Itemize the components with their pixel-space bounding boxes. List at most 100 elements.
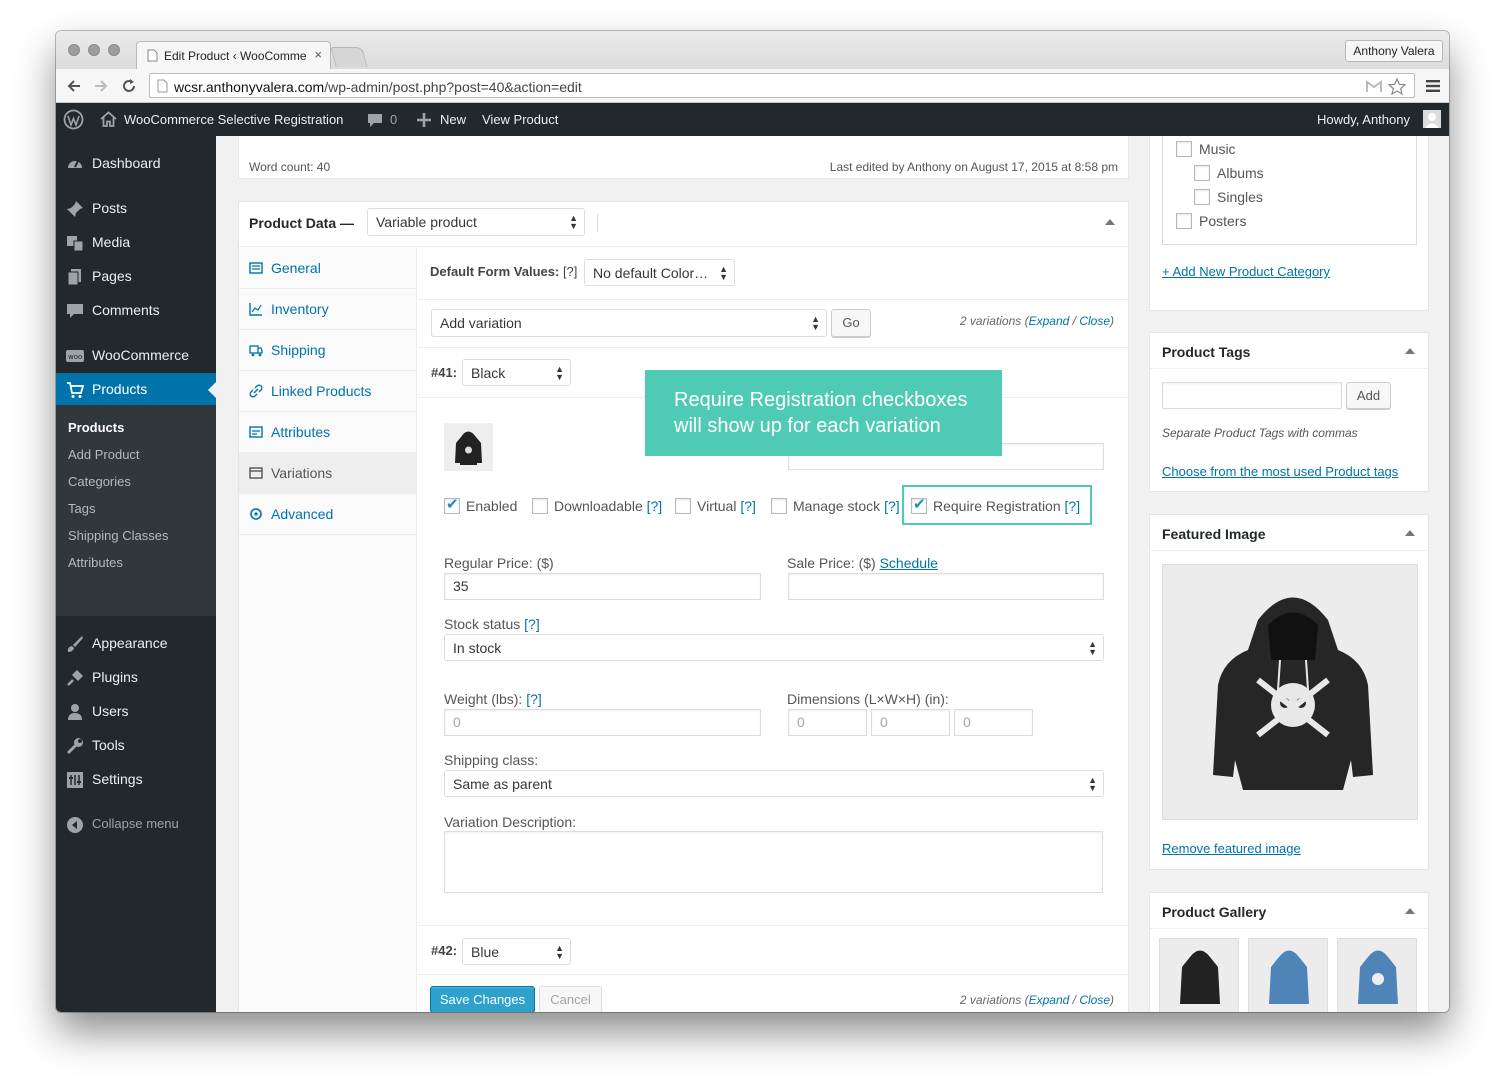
sidebar-item-posts[interactable]: Posts [56,192,216,226]
tab-inventory[interactable]: Inventory [239,289,417,330]
collapse-toggle-icon[interactable] [1105,219,1115,225]
variation-description-textarea[interactable] [444,831,1103,893]
sidebar-item-appearance[interactable]: Appearance [56,627,216,661]
menu-icon[interactable] [1425,79,1441,93]
enabled-checkbox[interactable]: ✔ [444,496,460,514]
wordpress-logo-icon[interactable] [63,109,84,130]
tab-attributes[interactable]: Attributes [239,412,417,453]
cancel-button[interactable]: Cancel [539,986,602,1012]
back-arrow-icon[interactable] [66,78,82,94]
sale-price-input[interactable] [788,573,1104,600]
downloadable-checkbox[interactable] [532,498,548,514]
sidebar-item-media[interactable]: Media [56,226,216,260]
category-checkbox-posters[interactable] [1176,213,1192,229]
featured-image[interactable] [1162,564,1418,820]
avatar[interactable] [1423,110,1441,128]
category-label: Music [1199,141,1236,157]
forward-arrow-icon[interactable] [93,78,109,94]
comment-bubble-icon[interactable] [367,113,383,128]
collapse-toggle-icon[interactable] [1405,530,1415,536]
comments-count[interactable]: 0 [390,112,397,127]
submenu-products[interactable]: Products [68,420,124,435]
close-window-icon[interactable] [68,44,80,56]
tab-advanced[interactable]: Advanced [239,494,417,535]
weight-input[interactable]: 0 [444,709,761,736]
close-link[interactable]: Close [1079,993,1110,1007]
tab-general[interactable]: General [239,248,417,289]
sidebar-item-tools[interactable]: Tools [56,729,216,763]
category-checkbox-music[interactable] [1176,141,1192,157]
remove-featured-image-link[interactable]: Remove featured image [1162,841,1301,856]
submenu-categories[interactable]: Categories [68,474,131,489]
variations-pane: Default Form Values: [?] No default Colo… [418,248,1128,1012]
category-checkbox-singles[interactable] [1194,189,1210,205]
manage-stock-checkbox[interactable] [771,498,787,514]
submenu-attributes[interactable]: Attributes [68,555,123,570]
default-color-select[interactable]: No default Color… ▲ ▼ [584,259,735,286]
collapse-toggle-icon[interactable] [1405,908,1415,914]
regular-price-label: Regular Price: ($) [444,555,554,571]
new-tab-button[interactable] [330,47,368,67]
site-name-link[interactable]: WooCommerce Selective Registration [124,112,343,127]
require-registration-checkbox[interactable]: ✔ [911,496,927,514]
save-changes-button[interactable]: Save Changes [430,986,535,1012]
add-tag-button[interactable]: Add [1346,382,1391,409]
tab-linked-products[interactable]: Linked Products [239,371,417,412]
gallery-image[interactable] [1159,938,1239,1012]
tags-header[interactable]: Product Tags [1150,333,1428,369]
gallery-image[interactable] [1248,938,1328,1012]
url-input[interactable]: wcsr.anthonyvalera.com/wp-admin/post.php… [149,73,1415,98]
sidebar-item-dashboard[interactable]: Dashboard [56,147,216,181]
submenu-add-product[interactable]: Add Product [68,447,140,462]
variation-color-select[interactable]: Blue ▲ ▼ [462,938,571,965]
zoom-window-icon[interactable] [108,44,120,56]
sidebar-item-woocommerce[interactable]: woo WooCommerce [56,339,216,373]
collapse-toggle-icon[interactable] [1405,348,1415,354]
virtual-checkbox[interactable] [675,498,691,514]
profile-button[interactable]: Anthony Valera [1345,40,1443,62]
minimize-window-icon[interactable] [88,44,100,56]
submenu-tags[interactable]: Tags [68,501,95,516]
gallery-image[interactable] [1337,938,1417,1012]
height-input[interactable]: 0 [954,709,1033,736]
length-input[interactable]: 0 [788,709,867,736]
shipping-class-select[interactable]: Same as parent ▲ ▼ [444,770,1104,797]
sidebar-item-users[interactable]: Users [56,695,216,729]
extension-icon[interactable] [1366,79,1382,93]
add-new-category-link[interactable]: + Add New Product Category [1162,264,1330,279]
variation-42-header[interactable]: #42: Blue ▲ ▼ [418,925,1128,975]
add-variation-select[interactable]: Add variation ▲ ▼ [431,309,827,337]
submenu-shipping-classes[interactable]: Shipping Classes [68,528,168,543]
go-button[interactable]: Go [831,309,871,337]
sidebar-item-settings[interactable]: Settings [56,763,216,797]
view-product-link[interactable]: View Product [482,112,558,127]
new-content-link[interactable]: New [440,112,466,127]
tab-variations[interactable]: Variations [239,453,417,494]
product-type-select[interactable]: Variable product ▲ ▼ [367,208,585,236]
regular-price-input[interactable]: 35 [444,573,761,600]
tab-close-icon[interactable]: × [314,47,322,62]
sidebar-item-products[interactable]: Products [56,373,216,407]
category-checkbox-albums[interactable] [1194,165,1210,181]
width-input[interactable]: 0 [871,709,950,736]
tag-input[interactable] [1162,382,1342,409]
collapse-menu-button[interactable]: Collapse menu [56,808,216,842]
howdy-user[interactable]: Howdy, Anthony [1317,112,1410,127]
tab-shipping[interactable]: Shipping [239,330,417,371]
sidebar-item-plugins[interactable]: Plugins [56,661,216,695]
gallery-header[interactable]: Product Gallery [1150,893,1428,929]
browser-tab[interactable]: Edit Product ‹ WooComme × [136,41,331,69]
stock-status-select[interactable]: In stock ▲ ▼ [444,634,1104,661]
schedule-link[interactable]: Schedule [880,555,938,571]
bookmark-star-icon[interactable] [1388,78,1406,95]
choose-tags-link[interactable]: Choose from the most used Product tags [1162,464,1398,479]
reload-icon[interactable] [121,78,137,94]
variation-image[interactable] [444,423,493,471]
featured-image-header[interactable]: Featured Image [1150,515,1428,551]
variation-color-select[interactable]: Black ▲ ▼ [462,359,571,386]
expand-link[interactable]: Expand [1029,993,1070,1007]
sidebar-item-pages[interactable]: Pages [56,260,216,294]
close-link[interactable]: Close [1079,314,1110,328]
expand-link[interactable]: Expand [1029,314,1070,328]
sidebar-item-comments[interactable]: Comments [56,294,216,328]
